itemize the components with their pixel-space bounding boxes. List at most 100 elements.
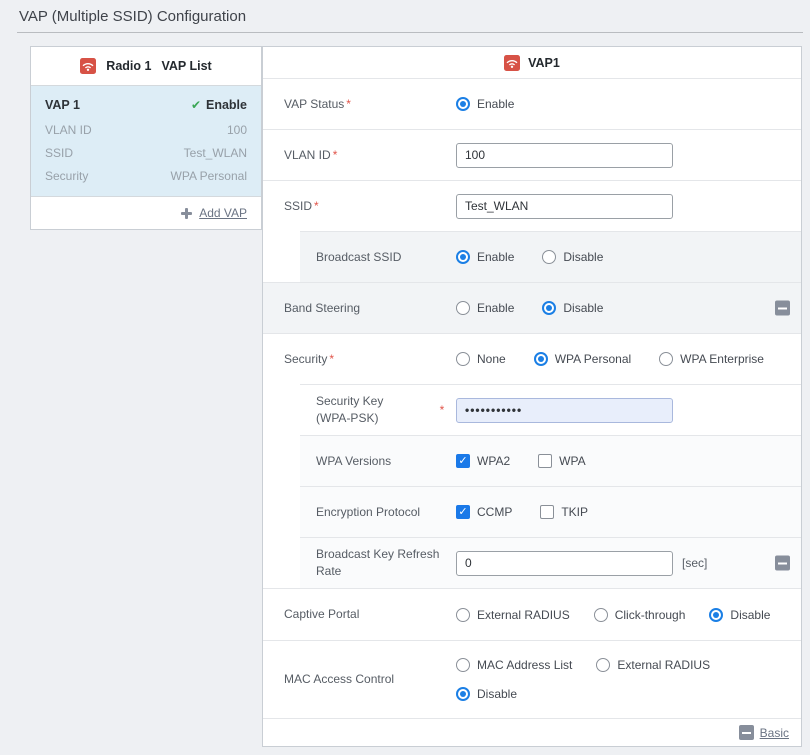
radio-unselected-icon (456, 352, 470, 366)
vap-summary-row: VAP 1 ✔ Enable (45, 92, 247, 119)
option-label: Disable (563, 301, 603, 315)
band-steering-enable-radio[interactable]: Enable (456, 301, 514, 315)
label-text: Band Steering (284, 301, 360, 315)
option-label: External RADIUS (617, 658, 710, 672)
vlan-id-input[interactable] (456, 143, 673, 168)
security-none-radio[interactable]: None (456, 352, 506, 366)
option-label: WPA Personal (555, 352, 631, 366)
label-text: VAP Status (284, 97, 344, 111)
radio-label: Radio 1 (106, 59, 151, 73)
band-steering-row: Band Steering Enable Disable (263, 282, 801, 333)
row-label: Security Key (WPA-PSK) (316, 393, 428, 427)
row-label: WPA Versions (316, 453, 456, 470)
wpa-versions-row: WPA Versions WPA2 WPA (300, 435, 801, 486)
mac-access-control-options: MAC Address List External RADIUS Disable (456, 645, 710, 714)
radio-unselected-icon (456, 608, 470, 622)
row-label: Broadcast SSID (316, 249, 456, 266)
selected-vap-card[interactable]: VAP 1 ✔ Enable VLAN ID 100 SSID Test_WLA… (31, 85, 261, 196)
page-title: VAP (Multiple SSID) Configuration (19, 8, 246, 25)
security-wpa-personal-radio[interactable]: WPA Personal (534, 352, 631, 366)
row-label: Captive Portal (284, 606, 456, 623)
vap-summary-row: Security WPA Personal (45, 165, 247, 188)
check-icon: ✔ (191, 92, 201, 119)
band-steering-options: Enable Disable (456, 301, 603, 315)
row-label: Security* (284, 351, 456, 368)
option-label: WPA (559, 454, 585, 468)
security-row: Security* None WPA Personal WPA Enterpri… (263, 333, 801, 384)
add-vap-link[interactable]: Add VAP (199, 206, 247, 220)
vap-status-enable-radio[interactable]: Enable (456, 97, 514, 111)
vap-name: VAP 1 (45, 92, 80, 119)
encryption-protocol-options: CCMP TKIP (456, 505, 588, 519)
option-label: None (477, 352, 506, 366)
captive-portal-click-through-radio[interactable]: Click-through (594, 608, 686, 622)
captive-portal-disable-radio[interactable]: Disable (709, 608, 770, 622)
vap-config-header: VAP1 (263, 47, 801, 78)
security-key-input[interactable] (456, 398, 673, 423)
required-marker: * (346, 97, 351, 111)
broadcast-key-refresh-rate-input[interactable] (456, 551, 673, 576)
row-label: Band Steering (284, 300, 456, 317)
label-text: Broadcast Key Refresh Rate (316, 547, 439, 578)
radio-unselected-icon (542, 250, 556, 264)
basic-minus-icon[interactable] (739, 725, 754, 740)
wpa2-checkbox[interactable]: WPA2 (456, 454, 510, 468)
captive-portal-row: Captive Portal External RADIUS Click-thr… (263, 588, 801, 640)
minus-bar (778, 307, 787, 309)
plus-icon (181, 208, 192, 219)
label-text: WPA Versions (316, 454, 391, 468)
vap-list-label: VAP List (161, 59, 211, 73)
radio-selected-icon (542, 301, 556, 315)
captive-portal-options: External RADIUS Click-through Disable (456, 608, 770, 622)
ssid-input[interactable] (456, 194, 673, 219)
broadcast-ssid-options: Enable Disable (456, 250, 603, 264)
label-text: VLAN ID (284, 148, 331, 162)
broadcast-key-refresh-rate-row: Broadcast Key Refresh Rate [sec] (300, 537, 801, 588)
vap-status-row: VAP Status* Enable (263, 78, 801, 129)
tkip-checkbox[interactable]: TKIP (540, 505, 588, 519)
row-label: VLAN ID* (284, 147, 456, 164)
vap-status-options: Enable (456, 97, 514, 111)
row-label: VAP Status* (284, 96, 456, 113)
wifi-icon (80, 58, 96, 74)
wpa-versions-options: WPA2 WPA (456, 454, 586, 468)
collapse-minus-icon[interactable] (775, 301, 790, 316)
option-label: WPA Enterprise (680, 352, 764, 366)
vap-summary-row: SSID Test_WLAN (45, 142, 247, 165)
wpa-checkbox[interactable]: WPA (538, 454, 585, 468)
collapse-minus-icon[interactable] (775, 556, 790, 571)
minus-bar (742, 732, 751, 734)
ccmp-checkbox[interactable]: CCMP (456, 505, 512, 519)
label-text: Encryption Protocol (316, 505, 420, 519)
ssid-row: SSID* (263, 180, 801, 231)
vap-list-panel: Radio 1 VAP List VAP 1 ✔ Enable VLAN ID … (30, 46, 262, 230)
broadcast-ssid-enable-radio[interactable]: Enable (456, 250, 514, 264)
broadcast-ssid-disable-radio[interactable]: Disable (542, 250, 603, 264)
radio-unselected-icon (596, 658, 610, 672)
security-options: None WPA Personal WPA Enterprise (456, 352, 764, 366)
checkbox-checked-icon (456, 454, 470, 468)
option-label: Disable (477, 687, 517, 701)
unit-label: [sec] (682, 556, 707, 570)
basic-link[interactable]: Basic (760, 726, 789, 740)
option-label: Disable (563, 250, 603, 264)
option-label: Enable (477, 97, 514, 111)
required-marker: * (333, 148, 338, 162)
captive-portal-external-radius-radio[interactable]: External RADIUS (456, 608, 570, 622)
option-label: Disable (730, 608, 770, 622)
option-label: External RADIUS (477, 608, 570, 622)
option-label: Click-through (615, 608, 686, 622)
radio-unselected-icon (594, 608, 608, 622)
mac-disable-radio[interactable]: Disable (456, 687, 517, 701)
mac-external-radius-radio[interactable]: External RADIUS (596, 658, 710, 672)
vlan-id-row: VLAN ID* (263, 129, 801, 180)
band-steering-disable-radio[interactable]: Disable (542, 301, 603, 315)
radio-selected-icon (456, 97, 470, 111)
vap-status-badge: ✔ Enable (191, 92, 247, 119)
mac-address-list-radio[interactable]: MAC Address List (456, 658, 572, 672)
option-label: MAC Address List (477, 658, 572, 672)
radio-selected-icon (534, 352, 548, 366)
security-wpa-enterprise-radio[interactable]: WPA Enterprise (659, 352, 764, 366)
option-label: WPA2 (477, 454, 510, 468)
required-marker: * (428, 403, 456, 417)
